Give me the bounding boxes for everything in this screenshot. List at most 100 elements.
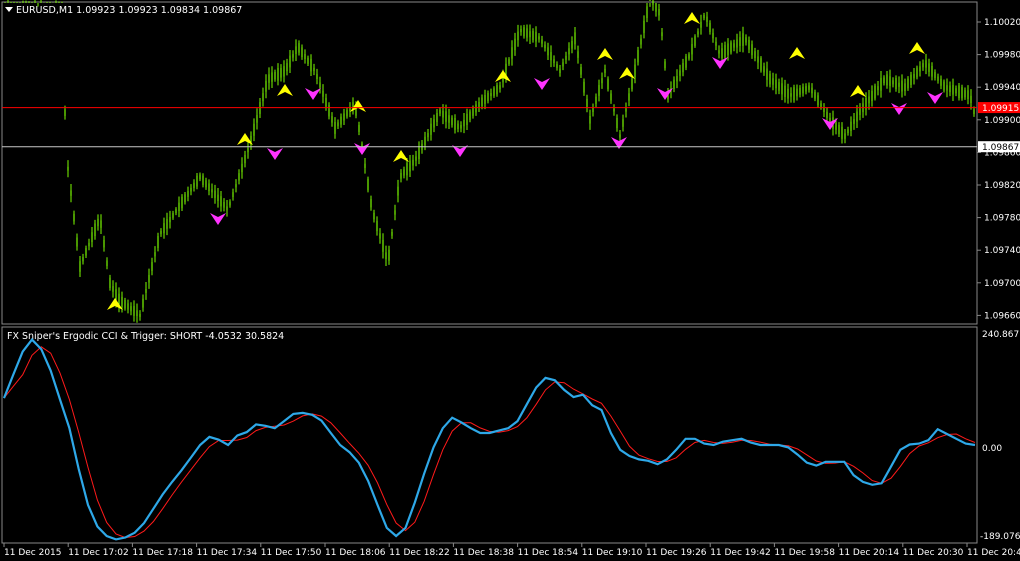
time-label: 11 Dec 2015 bbox=[4, 548, 62, 558]
candle-body bbox=[655, 2, 657, 12]
candle-body bbox=[586, 98, 588, 109]
candle-body bbox=[964, 90, 966, 98]
candle-body bbox=[196, 175, 198, 187]
candle-body bbox=[622, 119, 624, 127]
candle-body bbox=[139, 313, 141, 317]
candle-body bbox=[319, 82, 321, 88]
candle-body bbox=[106, 260, 108, 267]
candle-body bbox=[244, 154, 246, 164]
candle-body bbox=[682, 62, 684, 73]
candle-body bbox=[925, 60, 927, 68]
candle-body bbox=[373, 212, 375, 220]
candle-body bbox=[871, 90, 873, 102]
candle-body bbox=[406, 163, 408, 176]
candle-body bbox=[922, 63, 924, 68]
candle-body bbox=[511, 47, 513, 59]
candle-body bbox=[121, 296, 123, 308]
time-label: 11 Dec 17:34 bbox=[197, 548, 258, 558]
candle-body bbox=[454, 117, 456, 130]
time-label: 11 Dec 19:26 bbox=[646, 548, 707, 558]
candle-body bbox=[337, 122, 339, 127]
candle-body bbox=[328, 105, 330, 117]
candle-body bbox=[184, 194, 186, 203]
candle-body bbox=[580, 67, 582, 75]
candle-body bbox=[466, 113, 468, 125]
candle-body bbox=[424, 136, 426, 146]
candle-body bbox=[82, 256, 84, 262]
candle-body bbox=[724, 45, 726, 58]
candle-body bbox=[577, 51, 579, 58]
candle-body bbox=[718, 50, 720, 54]
candle-body bbox=[379, 233, 381, 239]
candle-body bbox=[349, 107, 351, 112]
candle-body bbox=[613, 108, 615, 112]
candle-body bbox=[847, 129, 849, 134]
candle-body bbox=[799, 87, 801, 95]
candle-body bbox=[826, 111, 828, 119]
candle-body bbox=[739, 37, 741, 46]
candle-body bbox=[817, 95, 819, 106]
candle-body bbox=[346, 110, 348, 117]
candle-body bbox=[709, 22, 711, 32]
candle-body bbox=[955, 88, 957, 94]
candle-body bbox=[232, 192, 234, 198]
candle-body bbox=[172, 213, 174, 218]
candle-body bbox=[547, 47, 549, 56]
time-label: 11 Dec 20:14 bbox=[839, 548, 900, 558]
candle-body bbox=[397, 186, 399, 196]
candle-body bbox=[946, 85, 948, 91]
candle-body bbox=[868, 96, 870, 104]
candle-body bbox=[856, 111, 858, 122]
candle-body bbox=[802, 86, 804, 94]
candle-body bbox=[385, 252, 387, 260]
candle-body bbox=[589, 115, 591, 124]
candle-body bbox=[619, 134, 621, 138]
time-label: 11 Dec 17:02 bbox=[68, 548, 129, 558]
price-label: 1.09940 bbox=[984, 83, 1020, 93]
candle-body bbox=[442, 110, 444, 118]
candle-body bbox=[592, 107, 594, 113]
terminal-chart-window[interactable]: 1.100201.099801.099401.099001.098601.098… bbox=[0, 0, 1020, 561]
candle-body bbox=[814, 92, 816, 99]
bid-price-label: 1.09867 bbox=[982, 143, 1019, 153]
candle-body bbox=[838, 124, 840, 135]
candle-body bbox=[736, 39, 738, 48]
candle-body bbox=[370, 199, 372, 208]
candle-body bbox=[553, 59, 555, 64]
candle-body bbox=[568, 48, 570, 55]
candle-body bbox=[157, 236, 159, 249]
candle-body bbox=[265, 80, 267, 92]
candle-body bbox=[76, 237, 78, 247]
indicator-title: FX Sniper's Ergodic CCI & Trigger: SHORT… bbox=[7, 331, 284, 342]
candle-body bbox=[970, 95, 972, 104]
price-label: 1.09700 bbox=[984, 279, 1020, 289]
candle-body bbox=[727, 43, 729, 56]
candle-body bbox=[808, 85, 810, 90]
candle-body bbox=[223, 201, 225, 208]
candle-body bbox=[772, 78, 774, 85]
candle-body bbox=[886, 74, 888, 86]
candle-body bbox=[877, 86, 879, 91]
candle-body bbox=[892, 80, 894, 85]
main-chart-frame[interactable] bbox=[1, 1, 978, 325]
candle-body bbox=[898, 82, 900, 87]
candle-body bbox=[322, 90, 324, 97]
bid-price-marker: 1.09867 bbox=[978, 141, 1020, 153]
candle-body bbox=[163, 223, 165, 234]
candle-body bbox=[643, 20, 645, 33]
candle-body bbox=[811, 87, 813, 94]
time-label: 11 Dec 18:38 bbox=[453, 548, 514, 558]
candle-body bbox=[430, 123, 432, 135]
candle-body bbox=[481, 97, 483, 107]
candle-body bbox=[181, 196, 183, 209]
candle-body bbox=[595, 96, 597, 104]
indicator-frame[interactable] bbox=[1, 326, 978, 544]
candle-body bbox=[262, 93, 264, 102]
candle-body bbox=[208, 183, 210, 192]
candle-body bbox=[220, 196, 222, 207]
candle-body bbox=[457, 123, 459, 130]
price-label: 1.09740 bbox=[984, 246, 1020, 256]
candle-body bbox=[967, 90, 969, 100]
candle-body bbox=[538, 36, 540, 40]
candle-body bbox=[571, 41, 573, 49]
